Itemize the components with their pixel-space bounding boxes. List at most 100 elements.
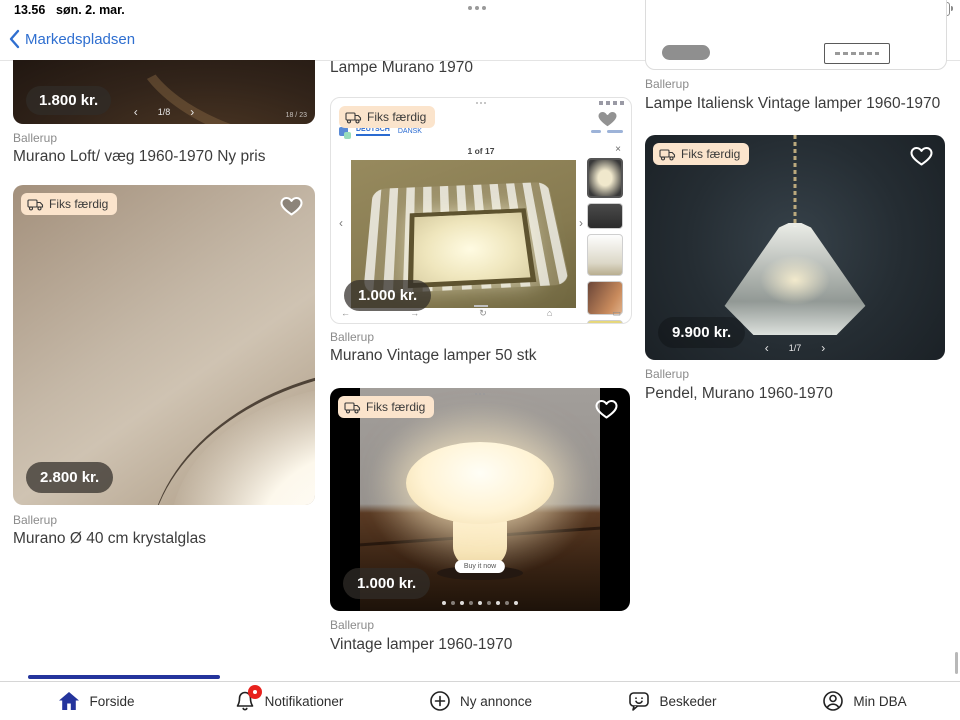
tab-ny-annonce[interactable]: Ny annonce [384,682,576,720]
price-badge: 9.900 kr. [658,317,745,348]
listing-card-partial[interactable] [645,0,947,70]
tab-label: Min DBA [853,694,906,709]
back-label: Markedspladsen [25,31,135,48]
gallery-prev-icon[interactable]: ‹ [339,216,343,230]
listing-image-murano-krystalglas[interactable]: Fiks færdig 2.800 kr. [13,185,315,505]
carousel-next-icon[interactable]: › [190,108,194,117]
fiks-faerdig-badge: Fiks færdig [653,143,749,165]
heart-icon[interactable] [278,193,305,217]
outlined-button-partial[interactable] [824,43,890,64]
heart-icon[interactable] [593,396,620,420]
close-icon[interactable]: × [615,144,621,155]
heart-icon[interactable] [594,106,621,130]
price-badge: 1.800 kr. [26,86,111,115]
listing-title[interactable]: Pendel, Murano 1960-1970 [645,385,833,403]
browser-home-icon[interactable]: ⌂ [547,308,552,319]
price-badge-partial [662,45,710,60]
tab-label: Forside [89,694,134,709]
lamp-photo-detail [114,323,315,505]
badge-label: Fiks færdig [681,147,740,161]
active-tab-indicator [28,675,220,679]
price-badge: 1.000 kr. [344,280,431,311]
tab-beskeder[interactable]: Beskeder [576,682,768,720]
listing-image-murano-loft[interactable]: 1.800 kr. ‹ 1/8 › 18 / 23 [13,60,315,124]
home-icon [57,689,81,713]
price-badge: 2.800 kr. [26,462,113,493]
listing-image-vintage-lamper[interactable]: Buy it now Fiks færdig 1.000 kr. [330,388,630,611]
browser-back-icon[interactable]: ← [341,308,350,319]
tab-bar: Forside Notifikationer Ny annonce Besked… [0,681,960,720]
screenshot-multitask-dots-icon [476,102,486,104]
clock: 13.56 [14,3,45,17]
thumbnail[interactable] [587,320,623,324]
listing-image-murano-50stk[interactable]: DEUTSCH DANSK 1 of 17 × ‹ › ← → ↻ ⌂ ▭ [330,97,632,324]
listing-location: Ballerup [330,618,374,632]
tab-label: Notifikationer [265,694,344,709]
truck-icon [659,148,676,161]
gallery-counter: 1 of 17 [331,146,631,156]
browser-tabs-icon[interactable]: ▭ [612,308,621,319]
carousel-counter: 1/7 [789,343,802,353]
pendant-glow-detail [760,255,830,305]
glass-panel-detail [408,208,536,288]
price-badge: 1.000 kr. [343,568,430,599]
fiks-faerdig-badge: Fiks færdig [339,106,435,128]
tab-notifikationer[interactable]: Notifikationer [192,682,384,720]
listing-image-pendel-murano[interactable]: Fiks færdig 9.900 kr. ‹ 1/7 › [645,135,945,360]
gallery-next-icon[interactable]: › [579,216,583,230]
carousel-next-icon[interactable]: › [821,344,825,353]
listing-title[interactable]: Murano Ø 40 cm krystalglas [13,530,206,548]
truck-icon [344,401,361,414]
fiks-faerdig-badge: Fiks færdig [21,193,117,215]
buy-it-now-pill[interactable]: Buy it now [455,560,505,573]
listing-location: Ballerup [645,367,689,381]
listing-location: Ballerup [13,131,57,145]
chat-smiley-icon [627,689,651,713]
lamp-cap-detail [406,442,554,524]
browser-reload-icon[interactable]: ↻ [479,308,487,319]
profile-circle-icon [821,689,845,713]
tab-label: Ny annonce [460,694,532,709]
listing-title[interactable]: Lampe Italiensk Vintage lamper 1960-1970 [645,95,940,113]
image-carousel: ‹ 1/8 › [134,107,195,117]
notification-badge [248,685,262,699]
listing-title[interactable]: Vintage lamper 1960-1970 [330,636,512,654]
multitask-dots-icon [468,6,486,10]
badge-label: Fiks færdig [366,400,425,414]
thumbnail[interactable] [587,158,623,198]
photo-count: 18 / 23 [286,112,307,119]
tab-label: Beskeder [659,694,716,709]
fiks-faerdig-badge: Fiks færdig [338,396,434,418]
thumbnail[interactable] [587,234,623,276]
lamp-cord-detail [794,135,797,227]
truck-icon [345,111,362,124]
translate-tab-dansk[interactable]: DANSK [398,128,422,135]
back-button[interactable]: Markedspladsen [8,29,135,49]
truck-icon [27,198,44,211]
listing-title[interactable]: Lampe Murano 1970 [330,59,473,77]
bell-icon [233,689,257,713]
listing-location: Ballerup [330,330,374,344]
listing-title[interactable]: Murano Loft/ væg 1960-1970 Ny pris [13,148,265,166]
heart-icon[interactable] [908,143,935,167]
carousel-prev-icon[interactable]: ‹ [765,344,769,353]
tab-min-dba[interactable]: Min DBA [768,682,960,720]
photo-dots-detail [475,393,485,395]
badge-label: Fiks færdig [367,110,426,124]
plus-circle-icon [428,689,452,713]
thumbnail-strip[interactable] [587,158,623,324]
app-screen: 13.56 søn. 2. mar. 47 % Markedspladsen 1… [0,0,960,720]
thumbnail[interactable] [587,203,623,229]
listing-title[interactable]: Murano Vintage lamper 50 stk [330,347,537,365]
tab-forside[interactable]: Forside [0,682,192,720]
carousel-prev-icon[interactable]: ‹ [134,108,138,117]
sheet-handle [474,305,488,307]
listing-location: Ballerup [645,77,689,91]
screenshot-statusbar-detail [599,101,625,105]
pagination-dots [442,601,518,605]
chevron-left-icon [8,29,20,49]
carousel-counter: 1/8 [158,107,171,117]
date: søn. 2. mar. [56,3,125,17]
image-carousel: ‹ 1/7 › [765,343,826,353]
scrollbar[interactable] [955,652,958,674]
